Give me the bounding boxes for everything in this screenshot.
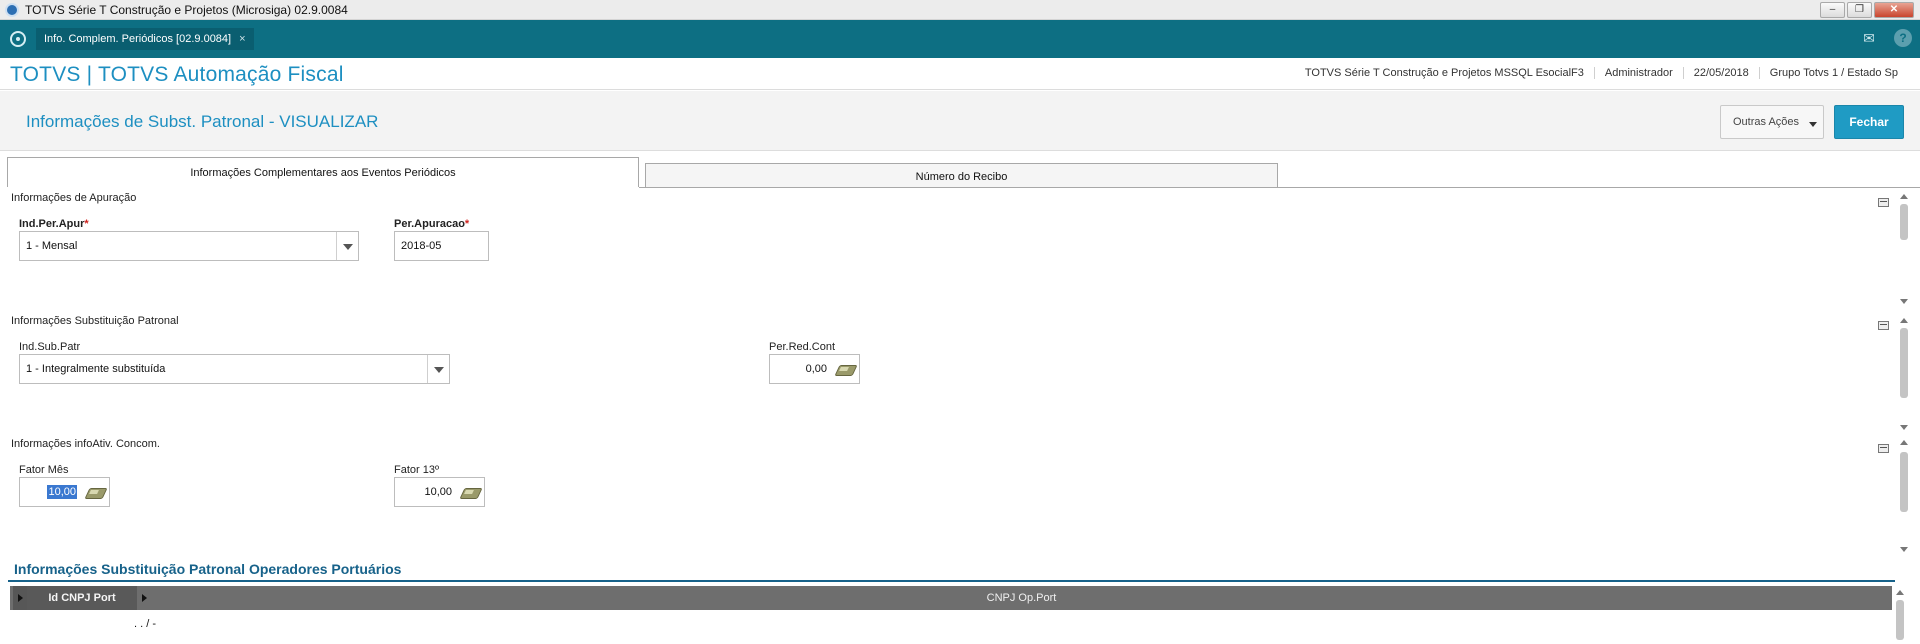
fator-mes-value: 10,00 xyxy=(47,485,77,499)
grid-title: Informações Substituição Patronal Operad… xyxy=(14,561,402,577)
close-window-button[interactable]: ✕ xyxy=(1874,2,1914,18)
table-row[interactable]: . . / - xyxy=(10,612,1892,638)
session-date: 22/05/2018 xyxy=(1682,67,1759,79)
outras-acoes-button[interactable]: Outras Ações xyxy=(1720,105,1824,139)
help-icon[interactable]: ? xyxy=(1894,29,1912,47)
outras-acoes-label: Outras Ações xyxy=(1733,116,1800,128)
app-tab-bar: Info. Complem. Periódicos [02.9.0084] × … xyxy=(0,20,1920,58)
required-mark: * xyxy=(464,218,470,230)
tab-label: Info. Complem. Periódicos [02.9.0084] xyxy=(44,33,232,45)
scroll-up-icon[interactable] xyxy=(1900,318,1908,323)
cell-cnpj-op-port: . . / - xyxy=(134,618,156,630)
per-red-cont-value: 0,00 xyxy=(805,363,827,375)
tab-informacoes-complementares[interactable]: Informações Complementares aos Eventos P… xyxy=(7,157,639,187)
window-title: TOTVS Série T Construção e Projetos (Mic… xyxy=(25,2,348,17)
per-apuracao-input[interactable]: 2018-05 xyxy=(394,231,489,261)
scroll-up-icon[interactable] xyxy=(1900,194,1908,199)
fator-13-input[interactable]: 10,00 xyxy=(394,477,485,507)
fator-mes-label: Fator Mês xyxy=(19,464,69,476)
per-red-cont-input[interactable]: 0,00 xyxy=(769,354,860,384)
company-name: Grupo Totvs 1 / Estado Sp xyxy=(1758,67,1908,79)
fator-13-value: 10,00 xyxy=(424,486,452,498)
collapse-icon[interactable] xyxy=(1878,321,1889,330)
calculator-icon[interactable] xyxy=(460,485,480,499)
row-indicator-icon xyxy=(137,586,151,610)
app-header: TOTVS | TOTVS Automação Fiscal TOTVS Sér… xyxy=(0,58,1920,90)
grid-header: Id CNPJ Port CNPJ Op.Port xyxy=(10,586,1892,610)
section-scrollbar[interactable] xyxy=(1898,314,1910,434)
calculator-icon[interactable] xyxy=(835,362,855,376)
session-info: TOTVS Série T Construção e Projetos MSSQ… xyxy=(1295,67,1908,79)
fator-mes-input[interactable]: 10,00 xyxy=(19,477,110,507)
collapse-icon[interactable] xyxy=(1878,444,1889,453)
per-apuracao-label: Per.Apuracao* xyxy=(394,218,470,230)
ind-per-apur-value: 1 - Mensal xyxy=(26,240,78,252)
tab-info-complem-periodicos[interactable]: Info. Complem. Periódicos [02.9.0084] × xyxy=(36,28,254,50)
tabbar-right-icons: ✉ ? xyxy=(1860,29,1912,47)
brand-title: TOTVS | TOTVS Automação Fiscal xyxy=(10,63,344,86)
scroll-thumb[interactable] xyxy=(1900,328,1908,398)
per-red-cont-label: Per.Red.Cont xyxy=(769,341,836,353)
page-title: Informações de Subst. Patronal - VISUALI… xyxy=(26,112,379,131)
fator-13-label: Fator 13º xyxy=(394,464,439,476)
column-header-cnpj-op-port[interactable]: CNPJ Op.Port xyxy=(151,586,1892,610)
section-scrollbar[interactable] xyxy=(1898,436,1910,556)
scroll-down-icon[interactable] xyxy=(1900,425,1908,430)
dropdown-arrow-icon[interactable] xyxy=(427,355,449,383)
scroll-thumb[interactable] xyxy=(1900,204,1908,240)
page-header: Informações de Subst. Patronal - VISUALI… xyxy=(0,91,1920,151)
ind-sub-patr-label: Ind.Sub.Patr xyxy=(19,341,81,353)
row-indicator-icon xyxy=(13,586,27,610)
grid-scrollbar[interactable] xyxy=(1894,586,1906,644)
calculator-icon[interactable] xyxy=(85,485,105,499)
grid-divider xyxy=(8,580,1895,582)
app-logo-icon xyxy=(5,2,19,17)
ind-sub-patr-value: 1 - Integralmente substituída xyxy=(26,363,166,375)
dropdown-arrow-icon[interactable] xyxy=(336,232,358,260)
required-mark: * xyxy=(84,218,89,230)
window-title-bar: TOTVS Série T Construção e Projetos (Mic… xyxy=(0,0,1920,20)
section-title-subst-patronal: Informações Substituição Patronal xyxy=(11,315,179,327)
home-icon[interactable] xyxy=(10,31,26,47)
mail-icon[interactable]: ✉ xyxy=(1860,29,1878,47)
section-title-info-ativ: Informações infoAtiv. Concom. xyxy=(11,438,160,450)
environment-name: TOTVS Série T Construção e Projetos MSSQ… xyxy=(1304,67,1584,79)
scroll-up-icon[interactable] xyxy=(1900,440,1908,445)
tab-numero-do-recibo[interactable]: Número do Recibo xyxy=(645,163,1278,187)
scroll-thumb[interactable] xyxy=(1900,452,1908,512)
section-title-apuracao: Informações de Apuração xyxy=(11,192,137,204)
section-scrollbar[interactable] xyxy=(1898,190,1910,308)
ind-sub-patr-select[interactable]: 1 - Integralmente substituída xyxy=(19,354,450,384)
minimize-button[interactable]: – xyxy=(1820,2,1845,18)
user-name: Administrador xyxy=(1593,67,1683,79)
window-controls: – ❐ ✕ xyxy=(1820,2,1914,18)
tab-close-icon[interactable]: × xyxy=(239,28,245,50)
fechar-button[interactable]: Fechar xyxy=(1834,105,1904,139)
ind-per-apur-label: Ind.Per.Apur* xyxy=(19,218,89,230)
restore-button[interactable]: ❐ xyxy=(1847,2,1872,18)
column-header-id-cnpj-port[interactable]: Id CNPJ Port xyxy=(27,586,137,610)
collapse-icon[interactable] xyxy=(1878,198,1889,207)
scroll-down-icon[interactable] xyxy=(1900,299,1908,304)
ind-per-apur-select[interactable]: 1 - Mensal xyxy=(19,231,359,261)
scroll-down-icon[interactable] xyxy=(1900,547,1908,552)
scroll-up-icon[interactable] xyxy=(1896,590,1904,595)
scroll-thumb[interactable] xyxy=(1896,600,1904,640)
chevron-down-icon xyxy=(1809,122,1817,127)
